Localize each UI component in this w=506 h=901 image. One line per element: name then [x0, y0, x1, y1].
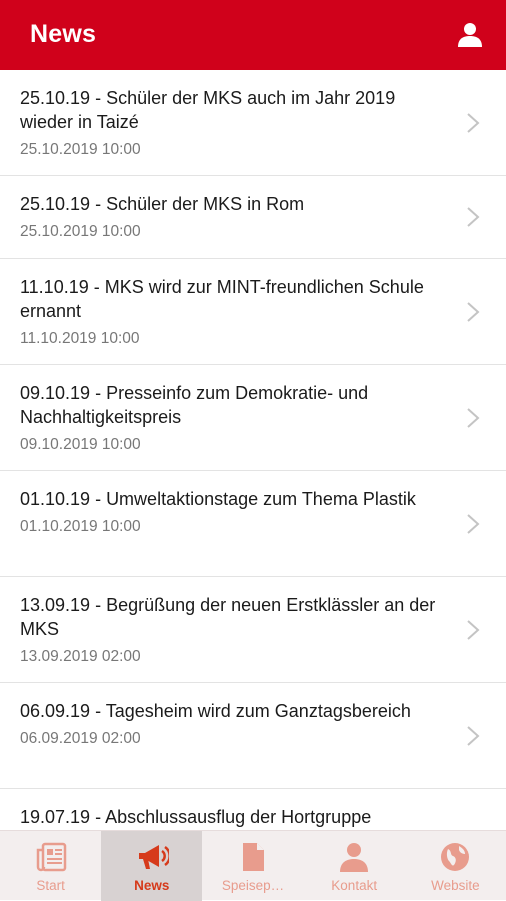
chevron-right-icon	[467, 513, 480, 534]
news-item[interactable]: 25.10.19 - Schüler der MKS in Rom 25.10.…	[0, 176, 506, 259]
news-date: 06.09.2019 02:00	[20, 730, 141, 747]
app-header: News	[0, 0, 506, 70]
news-date: 25.10.2019 10:00	[20, 141, 141, 158]
chevron-right-icon	[467, 207, 480, 227]
tab-kontakt[interactable]: Kontakt	[304, 831, 405, 901]
news-title: 01.10.19 - Umweltaktionstage zum Thema P…	[20, 489, 416, 509]
tab-label: Kontakt	[331, 878, 378, 893]
page-title: News	[30, 20, 97, 48]
news-date: 11.10.2019 10:00	[20, 330, 140, 347]
news-item[interactable]: 13.09.19 - Begrüßung der neuen Erstkläss…	[0, 577, 506, 683]
tab-bar: Start News Speisep… Kontakt Website	[0, 830, 506, 901]
person-icon	[340, 843, 369, 872]
chevron-right-icon	[467, 619, 480, 640]
news-title: 09.10.19 - Presseinfo zum Demokratie- un…	[20, 383, 369, 427]
tab-website[interactable]: Website	[405, 831, 506, 901]
news-date: 09.10.2019 10:00	[20, 436, 141, 453]
newspaper-icon	[36, 842, 66, 872]
news-title: 25.10.19 - Schüler der MKS in Rom	[20, 194, 305, 214]
tab-label: Start	[36, 878, 65, 893]
news-item[interactable]: 19.07.19 - Abschlussausflug der Hortgrup…	[0, 789, 506, 830]
tab-start[interactable]: Start	[0, 831, 101, 901]
tab-label: Website	[431, 878, 480, 893]
news-item[interactable]: 01.10.19 - Umweltaktionstage zum Thema P…	[0, 471, 506, 577]
news-item[interactable]: 09.10.19 - Presseinfo zum Demokratie- un…	[0, 365, 506, 471]
tab-news[interactable]: News	[101, 831, 203, 901]
news-item[interactable]: 06.09.19 - Tagesheim wird zum Ganztagsbe…	[0, 683, 506, 789]
news-date: 25.10.2019 10:00	[20, 223, 141, 240]
globe-icon	[441, 843, 470, 871]
chevron-right-icon	[467, 112, 480, 133]
user-profile-button[interactable]	[456, 22, 484, 48]
news-item[interactable]: 25.10.19 - Schüler der MKS auch im Jahr …	[0, 70, 506, 176]
news-item[interactable]: 11.10.19 - MKS wird zur MINT-freundliche…	[0, 259, 506, 365]
news-title: 19.07.19 - Abschlussausflug der Hortgrup…	[20, 807, 372, 827]
news-title: 25.10.19 - Schüler der MKS auch im Jahr …	[20, 88, 396, 132]
chevron-right-icon	[467, 407, 480, 428]
document-icon	[242, 843, 264, 871]
user-icon	[458, 23, 482, 47]
tab-label: Speisep…	[221, 878, 285, 893]
news-title: 11.10.19 - MKS wird zur MINT-freundliche…	[20, 277, 424, 321]
chevron-right-icon	[467, 301, 480, 322]
tab-label: News	[134, 878, 170, 893]
tab-speiseplan[interactable]: Speisep…	[202, 831, 303, 901]
news-date: 01.10.2019 10:00	[20, 518, 141, 535]
chevron-right-icon	[467, 725, 480, 746]
news-date: 13.09.2019 02:00	[20, 648, 141, 665]
news-list: 25.10.19 - Schüler der MKS auch im Jahr …	[0, 70, 506, 830]
news-title: 13.09.19 - Begrüßung der neuen Erstkläss…	[20, 595, 436, 639]
news-title: 06.09.19 - Tagesheim wird zum Ganztagsbe…	[20, 701, 411, 721]
megaphone-icon	[138, 845, 169, 869]
